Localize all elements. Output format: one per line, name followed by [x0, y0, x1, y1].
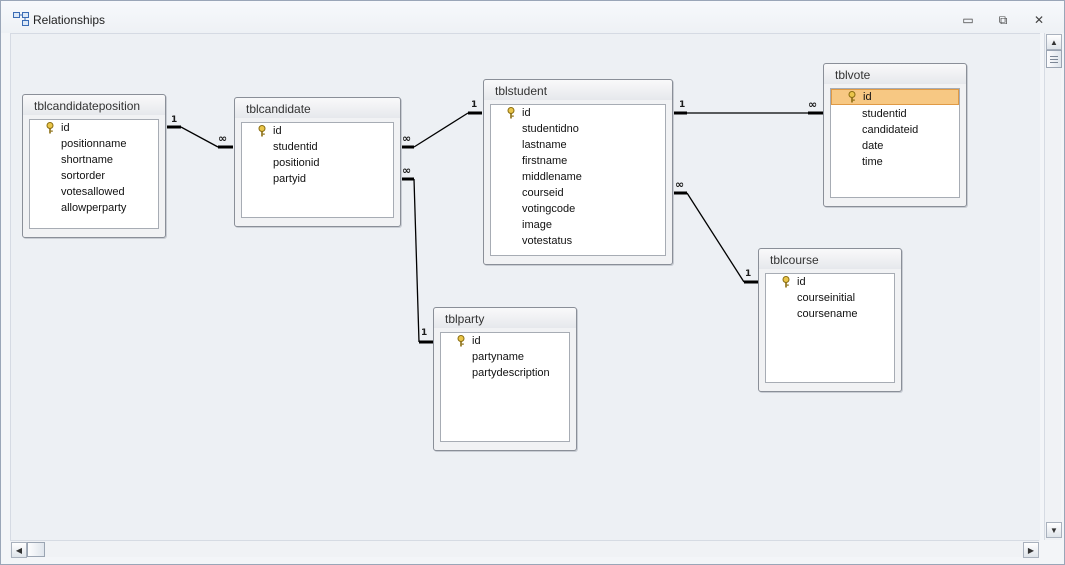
table-tblparty[interactable]: tblparty id partyname partydescription	[433, 307, 577, 451]
field-row[interactable]: id	[441, 333, 569, 349]
field-list[interactable]: id positionname shortname sortorder vote…	[29, 119, 159, 229]
primary-key-icon	[507, 107, 515, 119]
field-row[interactable]: studentid	[831, 106, 959, 122]
field-list[interactable]: id courseinitial coursename	[765, 273, 895, 383]
mult-one-label: 1	[745, 269, 752, 279]
table-tblcandidateposition[interactable]: tblcandidateposition id positionname sho…	[22, 94, 166, 238]
field-row[interactable]: lastname	[491, 137, 665, 153]
mult-one-label: 1	[471, 100, 478, 110]
primary-key-icon	[457, 335, 465, 347]
scroll-right-button[interactable]: ▶	[1023, 542, 1039, 558]
field-row[interactable]: date	[831, 138, 959, 154]
field-row[interactable]: sortorder	[30, 168, 158, 184]
field-row[interactable]: positionname	[30, 136, 158, 152]
mult-one-label: 1	[679, 100, 686, 110]
primary-key-icon	[848, 91, 856, 103]
table-title[interactable]: tblstudent	[484, 80, 672, 100]
field-row[interactable]: votesallowed	[30, 184, 158, 200]
minimize-button[interactable]: ▭	[956, 11, 980, 29]
field-row[interactable]: allowperparty	[30, 200, 158, 216]
field-row[interactable]: studentid	[242, 139, 393, 155]
scroll-left-button[interactable]: ◀	[11, 542, 27, 558]
field-row[interactable]: votestatus	[491, 233, 665, 249]
mult-many-label: ∞	[402, 164, 412, 177]
relationship-line-party-candidate[interactable]	[400, 177, 433, 344]
relationship-line-student-candidate[interactable]	[400, 111, 482, 149]
field-row[interactable]: id	[30, 120, 158, 136]
field-row[interactable]: candidateid	[831, 122, 959, 138]
table-title[interactable]: tblparty	[434, 308, 576, 328]
field-list[interactable]: id studentid candidateid date time	[830, 88, 960, 198]
table-title[interactable]: tblcourse	[759, 249, 901, 269]
field-row[interactable]: id	[491, 105, 665, 121]
mult-many-label: ∞	[808, 98, 818, 111]
scroll-up-button[interactable]: ▲	[1046, 34, 1062, 50]
relationships-canvas[interactable]: 1 ∞ ∞ 1 ∞ 1 1 ∞ ∞ 1 tblcandidateposition…	[10, 33, 1040, 541]
field-row[interactable]: votingcode	[491, 201, 665, 217]
horizontal-scrollbar[interactable]: ◀ ▶	[10, 540, 1039, 558]
window-title: Relationships	[33, 13, 106, 27]
mult-one-label: 1	[171, 115, 178, 125]
field-row[interactable]: courseinitial	[766, 290, 894, 306]
table-tblvote[interactable]: tblvote id studentid candidateid date ti…	[823, 63, 967, 207]
table-tblcourse[interactable]: tblcourse id courseinitial coursename	[758, 248, 902, 392]
field-list[interactable]: id studentidno lastname firstname middle…	[490, 104, 666, 256]
field-row[interactable]: coursename	[766, 306, 894, 322]
table-title[interactable]: tblvote	[824, 64, 966, 84]
table-tblcandidate[interactable]: tblcandidate id studentid positionid par…	[234, 97, 401, 227]
field-row[interactable]: time	[831, 154, 959, 170]
primary-key-icon	[782, 276, 790, 288]
field-row[interactable]: middlename	[491, 169, 665, 185]
field-list[interactable]: id partyname partydescription	[440, 332, 570, 442]
field-row[interactable]: partyid	[242, 171, 393, 187]
relationships-icon	[13, 12, 29, 26]
mult-many-label: ∞	[402, 132, 412, 145]
field-row[interactable]: studentidno	[491, 121, 665, 137]
field-row[interactable]: partyname	[441, 349, 569, 365]
field-row[interactable]: id	[242, 123, 393, 139]
relationships-window: Relationships ▭ ⧉ ✕ 1 ∞ ∞ 1 ∞ 1 1 ∞ ∞ 1 …	[0, 0, 1065, 565]
field-row[interactable]: courseid	[491, 185, 665, 201]
table-tblstudent[interactable]: tblstudent id studentidno lastname first…	[483, 79, 673, 265]
vertical-scrollbar[interactable]: ▲ ▼	[1044, 33, 1062, 540]
vertical-scroll-thumb[interactable]	[1046, 50, 1062, 68]
restore-button[interactable]: ⧉	[991, 11, 1015, 29]
field-row[interactable]: firstname	[491, 153, 665, 169]
field-row-selected[interactable]: id	[831, 89, 959, 105]
title-bar[interactable]: Relationships ▭ ⧉ ✕	[1, 1, 1064, 33]
scroll-down-button[interactable]: ▼	[1046, 522, 1062, 538]
field-row[interactable]: positionid	[242, 155, 393, 171]
horizontal-scroll-thumb[interactable]	[27, 542, 45, 557]
table-title[interactable]: tblcandidateposition	[23, 95, 165, 115]
field-row[interactable]: id	[766, 274, 894, 290]
table-title[interactable]: tblcandidate	[235, 98, 400, 118]
field-row[interactable]: image	[491, 217, 665, 233]
mult-many-label: ∞	[218, 132, 228, 145]
field-row[interactable]: shortname	[30, 152, 158, 168]
primary-key-icon	[46, 122, 54, 134]
mult-many-label: ∞	[675, 178, 685, 191]
mult-one-label: 1	[421, 328, 428, 338]
field-list[interactable]: id studentid positionid partyid	[241, 122, 394, 218]
primary-key-icon	[258, 125, 266, 137]
close-button[interactable]: ✕	[1027, 11, 1051, 29]
field-row[interactable]: partydescription	[441, 365, 569, 381]
